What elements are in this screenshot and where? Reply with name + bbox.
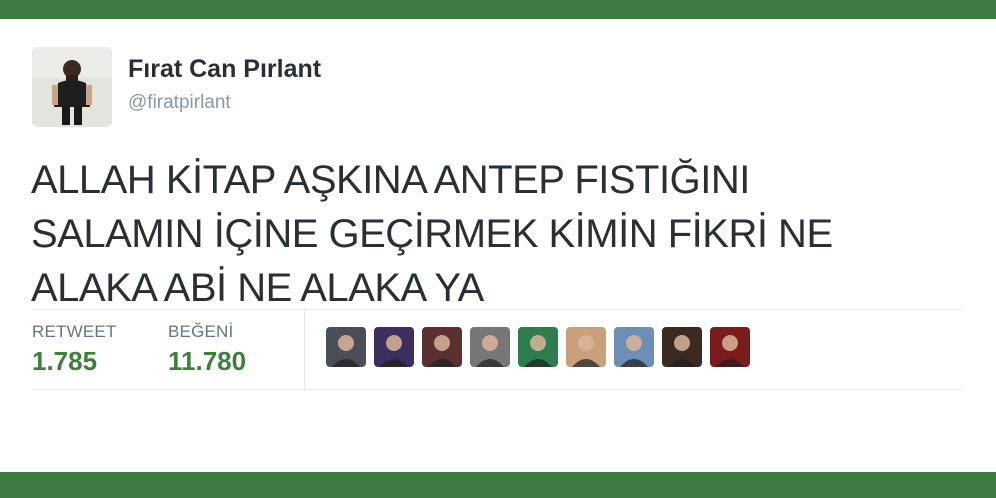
profile-photo-icon: [32, 47, 112, 127]
tweet-card: Fırat Can Pırlant @firatpirlant ALLAH Kİ…: [0, 19, 996, 472]
like-label: BEĞENİ: [168, 322, 234, 341]
liker-avatar[interactable]: [470, 327, 510, 367]
like-count: 11.780: [168, 346, 247, 376]
liker-avatar[interactable]: [518, 327, 558, 367]
display-name[interactable]: Fırat Can Pırlant: [128, 55, 321, 84]
tweet-text: ALLAH KİTAP AŞKINA ANTEP FISTIĞINI SALAM…: [31, 153, 931, 315]
retweet-label: RETWEET: [32, 322, 117, 341]
liker-avatar[interactable]: [710, 327, 750, 367]
top-green-band: [0, 0, 996, 19]
user-avatar-icon: [470, 327, 510, 367]
user-avatar-icon: [518, 327, 558, 367]
liker-avatar[interactable]: [422, 327, 462, 367]
user-handle[interactable]: @firatpirlant: [128, 92, 231, 114]
tweet-line: SALAMIN İÇİNE GEÇİRMEK KİMİN FİKRİ NE: [31, 212, 833, 256]
liker-avatar[interactable]: [374, 327, 414, 367]
liker-avatar[interactable]: [662, 327, 702, 367]
user-avatar-icon: [566, 327, 606, 367]
liker-avatar[interactable]: [326, 327, 366, 367]
user-avatar-icon: [374, 327, 414, 367]
retweet-count: 1.785: [32, 346, 98, 376]
stats-divider: [304, 310, 305, 389]
user-avatar-icon: [710, 327, 750, 367]
liker-avatar[interactable]: [614, 327, 654, 367]
user-avatar-icon: [422, 327, 462, 367]
user-avatar-icon: [662, 327, 702, 367]
profile-avatar[interactable]: [32, 47, 112, 127]
bottom-green-band: [0, 472, 996, 498]
user-avatar-icon: [614, 327, 654, 367]
tweet-line: ALAKA ABİ NE ALAKA YA: [31, 266, 484, 310]
user-avatar-icon: [326, 327, 366, 367]
tweet-line: ALLAH KİTAP AŞKINA ANTEP FISTIĞINI: [31, 158, 750, 202]
liker-avatar[interactable]: [566, 327, 606, 367]
